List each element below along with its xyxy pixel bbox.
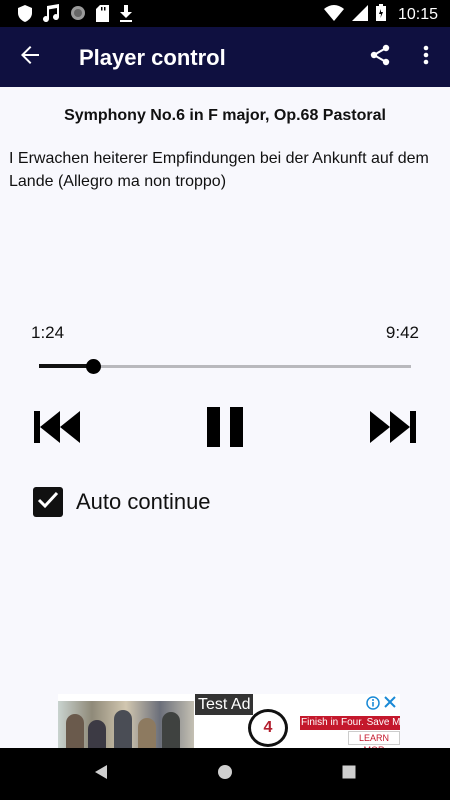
- auto-continue-label: Auto continue: [76, 489, 211, 514]
- pause-button[interactable]: [200, 405, 250, 453]
- more-options-button[interactable]: [412, 41, 440, 73]
- battery-icon: [375, 4, 386, 26]
- nav-home-icon: [217, 764, 233, 785]
- sd-card-icon: [96, 4, 109, 27]
- app-bar: Player control: [0, 27, 450, 87]
- ad-headline[interactable]: Finish in Four. Save Mor: [300, 716, 400, 730]
- skip-next-icon: [368, 409, 418, 450]
- checkmark-icon: [37, 491, 59, 514]
- nav-back-icon: [93, 764, 109, 785]
- wifi-icon: [323, 4, 344, 26]
- auto-continue-checkbox[interactable]: [33, 487, 63, 517]
- close-icon[interactable]: [383, 695, 397, 709]
- nav-back-button[interactable]: [89, 762, 113, 786]
- ad-label: Test Ad: [195, 694, 254, 715]
- work-title: Symphony No.6 in F major, Op.68 Pastoral: [64, 107, 386, 124]
- status-icons-right: 10:15: [323, 4, 438, 26]
- nav-recents-icon: [341, 764, 357, 785]
- next-track-button[interactable]: [366, 405, 420, 453]
- nav-home-button[interactable]: [213, 762, 237, 786]
- ad-image: [58, 701, 194, 748]
- back-button[interactable]: [14, 41, 46, 73]
- page-title: Player control: [79, 45, 226, 70]
- ad-logo-text: 4: [263, 719, 273, 736]
- ad-banner[interactable]: Test Ad 4 Finish in Four. Save Mor LEARN…: [58, 694, 400, 748]
- info-icon[interactable]: [366, 696, 380, 710]
- skip-previous-icon: [32, 409, 82, 450]
- circle-icon: [70, 5, 86, 26]
- seek-thumb[interactable]: [85, 359, 101, 374]
- shield-icon: [18, 4, 32, 27]
- previous-track-button[interactable]: [30, 405, 84, 453]
- status-time: 10:15: [397, 6, 438, 23]
- share-icon: [369, 44, 391, 71]
- pause-icon: [203, 405, 247, 454]
- auto-continue-option[interactable]: Auto continue: [33, 487, 211, 517]
- movement-title: I Erwachen heiterer Empfindungen bei der…: [9, 150, 429, 190]
- ad-logo: 4: [248, 709, 288, 747]
- music-note-icon: [42, 4, 60, 27]
- seek-bar[interactable]: [39, 357, 411, 377]
- status-icons-left: [18, 4, 133, 27]
- download-icon: [119, 4, 133, 27]
- ad-cta-button[interactable]: LEARN MOR: [348, 731, 400, 748]
- nav-recents-button[interactable]: [337, 762, 361, 786]
- more-vert-icon: [423, 45, 429, 70]
- share-button[interactable]: [364, 41, 396, 73]
- status-bar: 10:15: [0, 0, 450, 27]
- current-time: 1:24: [31, 323, 65, 342]
- navigation-bar: [0, 748, 450, 800]
- arrow-back-icon: [20, 45, 40, 70]
- signal-icon: [351, 4, 368, 26]
- seek-progress: [39, 364, 93, 368]
- total-time: 9:42: [385, 323, 419, 342]
